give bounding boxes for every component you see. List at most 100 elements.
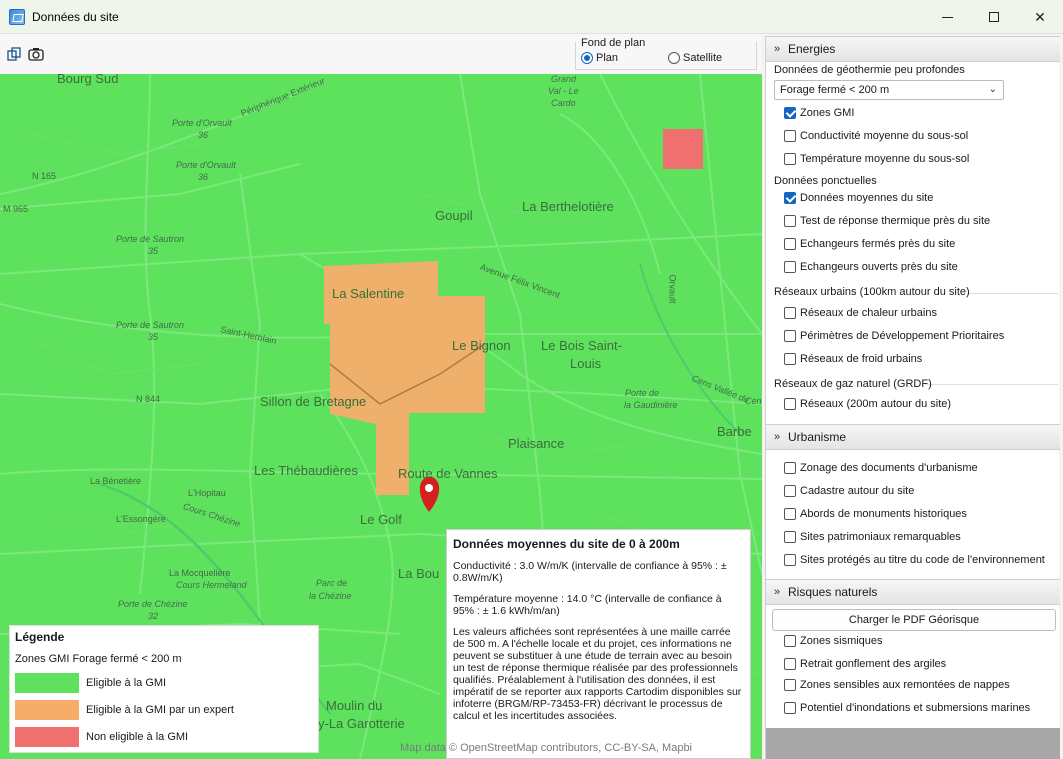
checkbox[interactable] [784,702,796,714]
check-cadastre[interactable]: Cadastre autour du site [784,485,914,497]
popup-title: Données moyennes du site de 0 à 200m [453,537,680,551]
place-label: y-La Garotterie [318,716,405,731]
check-label: Zones GMI [800,107,855,119]
check-label: Abords de monuments historiques [800,508,967,520]
place-label: Cens [745,396,762,406]
place-label: Le Bois Saint- [541,338,622,353]
radio-satellite[interactable]: Satellite [668,52,722,64]
radio-satellite-dot[interactable] [668,52,680,64]
checkbox[interactable] [784,107,796,119]
legend-label: Non eligible à la GMI [86,731,189,743]
place-label: Porte d'Orvault [172,118,232,128]
check-reseaux-chaleur[interactable]: Réseaux de chaleur urbains [784,307,937,319]
check-label: Données moyennes du site [800,192,934,204]
check-conductivite[interactable]: Conductivité moyenne du sous-sol [784,130,968,142]
legend-item: Non eligible à la GMI [15,727,188,747]
check-inondations[interactable]: Potentiel d'inondations et submersions m… [784,702,1030,714]
divider [968,293,1058,294]
checkbox[interactable] [784,261,796,273]
check-donnees-moyennes[interactable]: Données moyennes du site [784,192,933,204]
checkbox[interactable] [784,398,796,410]
radio-plan[interactable]: Plan [581,52,618,64]
checkbox[interactable] [784,462,796,474]
panel-footer [766,728,1060,759]
check-sites-proteges[interactable]: Sites protégés au titre du code de l'env… [784,554,1045,566]
checkbox[interactable] [784,635,796,647]
minimize-button[interactable] [924,0,970,34]
check-echangeurs-ouverts[interactable]: Echangeurs ouverts près du site [784,261,958,273]
checkbox[interactable] [784,330,796,342]
check-perimetres[interactable]: Périmètres de Développement Prioritaires [784,330,1004,342]
chevron-double-down-icon: » [773,43,781,55]
check-remontees-nappes[interactable]: Zones sensibles aux remontées de nappes [784,679,1010,691]
check-test-reponse[interactable]: Test de réponse thermique près du site [784,215,990,227]
checkbox[interactable] [784,485,796,497]
check-label: Cadastre autour du site [800,485,915,497]
place-label: Grand [551,74,577,84]
copy-icon[interactable] [6,46,22,62]
camera-icon[interactable] [28,46,44,62]
checkbox[interactable] [784,508,796,520]
place-label: Barbe [717,424,752,439]
checkbox[interactable] [784,307,796,319]
place-label: La Bou [398,566,440,581]
chevron-down-icon: ⌄ [988,84,997,95]
map-view[interactable]: Bourg Sud Grand Val - Le Cardo Périphéri… [0,74,762,759]
place-label: Porte d'Orvault [176,160,236,170]
place-label: M 965 [3,204,29,214]
radio-plan-dot[interactable] [581,52,593,64]
checkbox[interactable] [784,238,796,250]
place-label: Porte de Sautron [116,234,185,244]
place-label: L'Essongère [116,514,166,524]
close-button[interactable]: ✕ [1017,0,1063,34]
window-title: Données du site [32,9,119,24]
check-zones-gmi[interactable]: Zones GMI [784,107,854,119]
checkbox[interactable] [784,531,796,543]
place-label: Bourg Sud [57,74,119,86]
popup-temperature: Température moyenne : 14.0 °C (intervall… [453,593,722,617]
check-label: Réseaux de froid urbains [800,353,923,365]
place-label: La Bénetière [90,476,142,486]
checkbox[interactable] [784,679,796,691]
place-label: Cours Hermeland [176,580,247,590]
place-label: Moulin du [326,698,383,713]
check-monuments[interactable]: Abords de monuments historiques [784,508,967,520]
place-label: La Berthelotière [522,199,614,214]
check-reseaux-froid[interactable]: Réseaux de froid urbains [784,353,922,365]
place-label: Le Bignon [452,338,511,353]
section-title: Urbanisme [788,430,847,444]
section-urbanisme-header[interactable]: » Urbanisme [766,424,1060,450]
checkbox[interactable] [784,192,796,204]
checkbox[interactable] [784,353,796,365]
check-reseaux-gaz[interactable]: Réseaux (200m autour du site) [784,398,951,410]
map-legend: Légende Zones GMI Forage fermé < 200 m E… [9,625,319,753]
layers-panel: » Energies Données de géothermie peu pro… [765,36,1060,759]
check-label: Test de réponse thermique près du site [800,215,991,227]
radio-satellite-label: Satellite [683,52,723,64]
load-pdf-button[interactable]: Charger le PDF Géorisque [772,609,1056,631]
place-label: 36 [198,130,209,140]
place-label: 36 [198,172,209,182]
check-zones-sismiques[interactable]: Zones sismiques [784,635,883,647]
place-label: Cardo [551,98,576,108]
section-energies-header[interactable]: » Energies [766,36,1060,62]
section-risques-header[interactable]: » Risques naturels [766,579,1060,605]
place-label: Louis [570,356,602,371]
place-label: Sillon de Bretagne [260,394,367,409]
place-label: Parc de [316,578,348,588]
checkbox[interactable] [784,153,796,165]
forage-select[interactable]: Forage fermé < 200 m ⌄ [774,80,1004,100]
chevron-double-down-icon: » [773,431,781,443]
check-sites-patrimoniaux[interactable]: Sites patrimoniaux remarquables [784,531,961,543]
check-temperature[interactable]: Température moyenne du sous-sol [784,153,969,165]
checkbox[interactable] [784,658,796,670]
check-echangeurs-fermes[interactable]: Echangeurs fermés près du site [784,238,955,250]
checkbox[interactable] [784,554,796,566]
maximize-button[interactable] [971,0,1017,34]
checkbox[interactable] [784,215,796,227]
divider [926,384,1058,385]
checkbox[interactable] [784,130,796,142]
check-label: Réseaux (200m autour du site) [800,398,952,410]
check-zonage[interactable]: Zonage des documents d'urbanisme [784,462,978,474]
check-retrait-argiles[interactable]: Retrait gonflement des argiles [784,658,946,670]
